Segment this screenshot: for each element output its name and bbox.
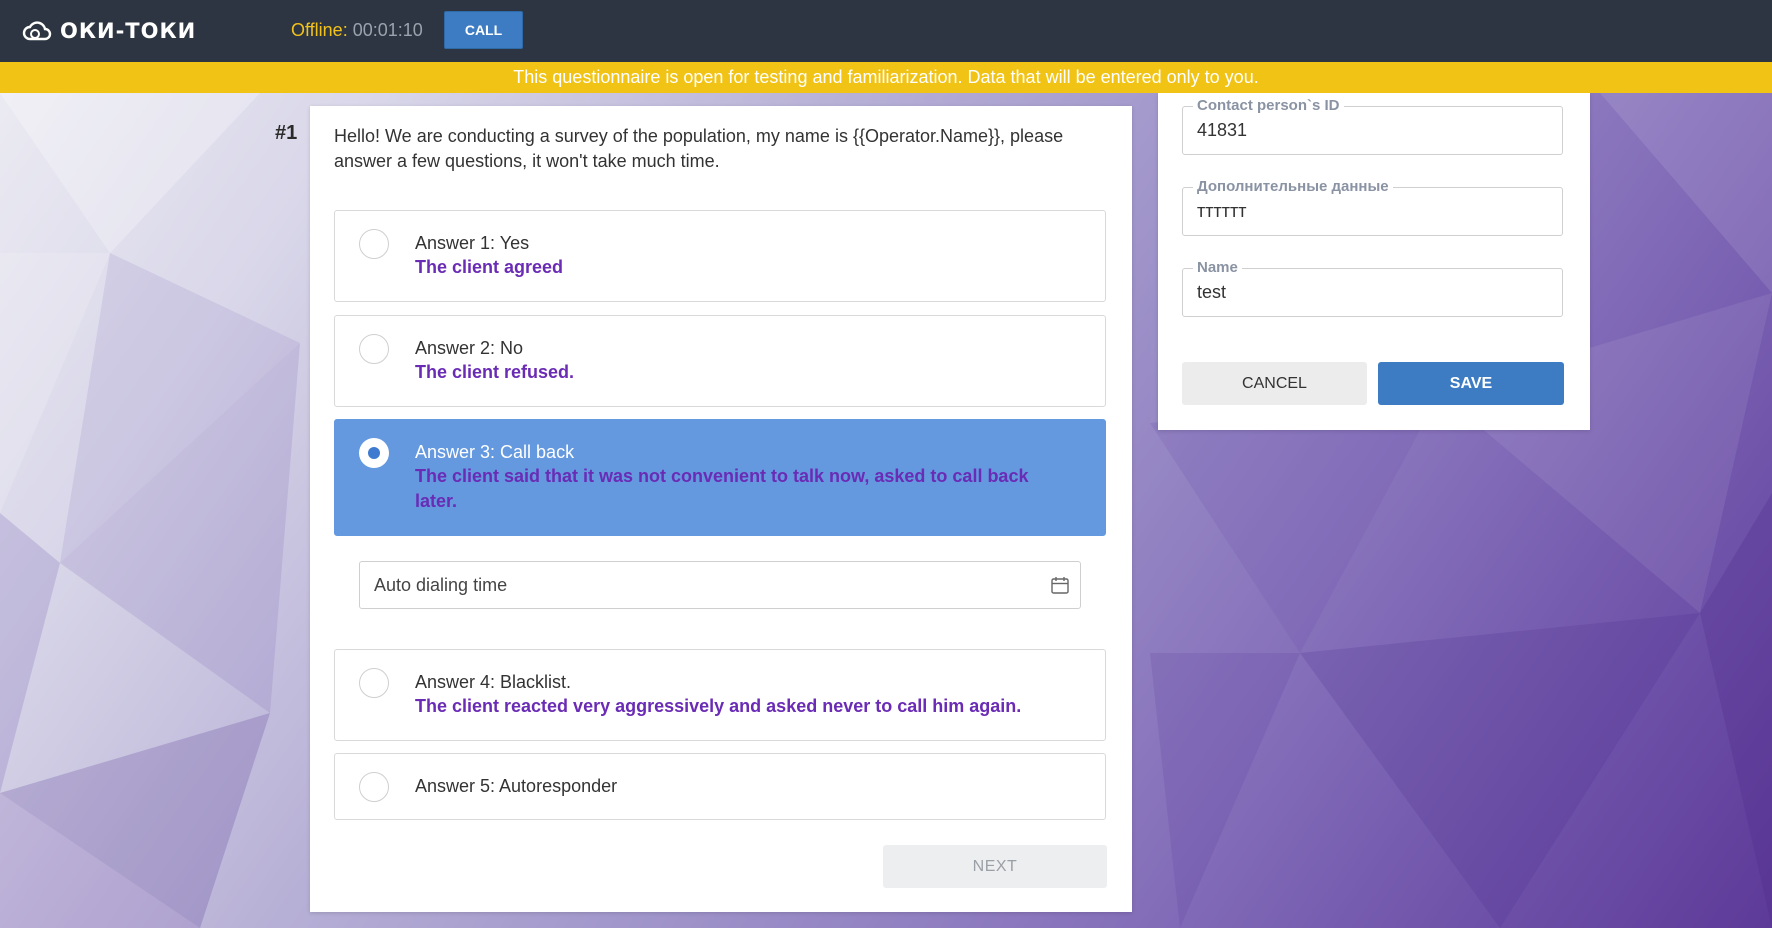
question-text: Hello! We are conducting a survey of the…: [334, 126, 1064, 171]
logo-text: ОКИ-ТОКИ: [60, 19, 197, 43]
radio-button[interactable]: [359, 668, 389, 698]
logo: ОКИ-ТОКИ: [22, 17, 196, 45]
datetime-placeholder: Auto dialing time: [374, 575, 508, 595]
answer-title: Answer 2: No: [415, 338, 524, 358]
answer-option-1[interactable]: Answer 1: Yes The client agreed: [334, 210, 1106, 302]
answer-title: Answer 5: Autoresponder: [415, 776, 618, 796]
name-field[interactable]: Name test: [1182, 259, 1563, 317]
answer-subtitle: The client reacted very aggressively and…: [415, 696, 1022, 716]
answer-title: Answer 4: Blacklist.: [415, 672, 572, 692]
answer-option-2[interactable]: Answer 2: No The client refused.: [334, 315, 1106, 407]
top-bar: ОКИ-ТОКИ Offline: 00:01:10 CALL: [0, 0, 1772, 62]
contact-id-field[interactable]: Contact person`s ID 41831: [1182, 97, 1563, 155]
auto-dialing-time-input[interactable]: Auto dialing time: [359, 561, 1081, 609]
contact-info-panel: Contact person`s ID 41831 Дополнительные…: [1158, 93, 1590, 430]
answer-option-4[interactable]: Answer 4: Blacklist. The client reacted …: [334, 649, 1106, 741]
call-button[interactable]: CALL: [444, 11, 523, 49]
answer-option-3[interactable]: Answer 3: Call back The client said that…: [334, 419, 1106, 536]
cloud-logo-icon: [22, 21, 52, 41]
radio-button[interactable]: [359, 334, 389, 364]
answer-subtitle: The client agreed: [415, 257, 564, 277]
save-button[interactable]: SAVE: [1378, 362, 1564, 405]
field-label: Contact person`s ID: [1193, 97, 1344, 114]
field-value: тттттт: [1197, 201, 1247, 221]
testing-banner: This questionnaire is open for testing a…: [0, 62, 1772, 93]
answer-title: Answer 3: Call back: [415, 442, 575, 462]
answer-option-5[interactable]: Answer 5: Autoresponder: [334, 753, 1106, 820]
field-label: Name: [1193, 259, 1242, 276]
cancel-button[interactable]: CANCEL: [1182, 362, 1367, 405]
question-card: Hello! We are conducting a survey of the…: [310, 106, 1132, 912]
radio-button[interactable]: [359, 772, 389, 802]
field-value: 41831: [1197, 120, 1248, 140]
call-status: Offline: 00:01:10: [291, 20, 423, 41]
answer-subtitle: The client said that it was not convenie…: [415, 466, 1029, 511]
status-label: Offline:: [291, 20, 348, 40]
field-value: test: [1197, 282, 1227, 302]
radio-button-selected[interactable]: [359, 438, 389, 468]
field-label: Дополнительные данные: [1193, 178, 1393, 195]
next-button[interactable]: NEXT: [883, 845, 1107, 888]
answer-subtitle: The client refused.: [415, 362, 575, 382]
answer-title: Answer 1: Yes: [415, 233, 530, 253]
calendar-icon[interactable]: [1050, 575, 1070, 595]
question-number: #1: [275, 122, 298, 144]
additional-data-field[interactable]: Дополнительные данные тттттт: [1182, 178, 1563, 236]
status-timer: 00:01:10: [352, 20, 423, 40]
radio-button[interactable]: [359, 229, 389, 259]
